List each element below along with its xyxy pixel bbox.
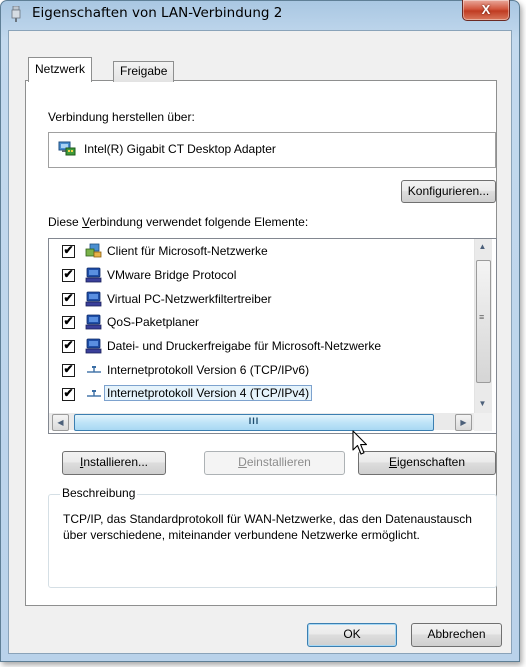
close-button[interactable]: X [462,0,510,21]
item-checkbox[interactable]: ✔ [62,362,75,377]
checkmark-icon: ✔ [63,338,74,353]
close-icon: X [481,2,491,17]
list-item-label: Virtual PC-Netzwerkfiltertreiber [107,291,272,306]
item-checkbox[interactable]: ✔ [62,385,75,401]
network-client-icon [85,243,102,258]
item-checkbox[interactable]: ✔ [62,243,75,258]
checkmark-icon: ✔ [63,243,74,257]
scroll-left-icon[interactable]: ◀ [52,414,69,431]
grip-icon: ≡ [479,312,485,322]
item-checkbox[interactable]: ✔ [62,338,75,354]
elements-label: Diese Verbindung verwendet folgende Elem… [48,215,309,229]
checkmark-icon: ✔ [63,385,74,400]
cancel-button[interactable]: Abbrechen [411,623,502,647]
network-adapter-icon [11,6,21,22]
list-item-label: Client für Microsoft-Netzwerke [107,244,268,258]
horizontal-scroll-thumb[interactable]: III [74,414,434,431]
configure-button[interactable]: Konfigurieren... [401,180,496,203]
checkmark-icon: ✔ [63,290,74,305]
list-item[interactable]: ✔ Internetprotokoll Version 4 (TCP/IPv4) [49,383,473,406]
list-item[interactable]: ✔ QoS-Paketplaner [49,311,473,334]
network-service-icon [85,314,102,330]
list-item[interactable]: ✔ Datei- und Druckerfreigabe für Microsof… [49,335,473,358]
checkmark-icon: ✔ [63,314,74,329]
adapter-icon [58,141,76,156]
description-text: TCP/IP, das Standardprotokoll für WAN-Ne… [63,512,472,542]
network-service-icon [85,338,102,354]
list-item-label: QoS-Paketplaner [107,315,200,330]
scroll-corner [474,413,492,431]
list-item[interactable]: ✔ Client für Microsoft-Netzwerke [49,240,473,263]
grip-icon: III [248,416,260,426]
network-service-icon [85,267,102,283]
item-checkbox[interactable]: ✔ [62,266,75,282]
item-checkbox[interactable]: ✔ [62,290,75,306]
list-item-label: VMware Bridge Protocol [107,267,237,282]
vertical-scrollbar[interactable]: ▲ ≡ ▼ [474,239,492,413]
tab-freigabe[interactable]: Freigabe [113,61,175,82]
scroll-down-icon[interactable]: ▼ [475,396,490,411]
connect-via-label: Verbindung herstellen über: [48,110,195,124]
mouse-cursor-icon [352,430,368,455]
network-service-icon [85,291,102,306]
properties-button[interactable]: Eigenschaften [358,451,496,475]
scroll-up-icon[interactable]: ▲ [475,239,490,254]
description-legend: Beschreibung [60,486,138,500]
title-bar[interactable]: Eigenschaften von LAN-Verbindung 2 [0,0,518,28]
install-button[interactable]: Installieren... [62,451,166,475]
list-item[interactable]: ✔ VMware Bridge Protocol [49,264,473,287]
item-checkbox[interactable]: ✔ [62,314,75,330]
window-title: Eigenschaften von LAN-Verbindung 2 [32,5,283,21]
tab-netzwerk[interactable]: Netzwerk [28,57,93,82]
checkmark-icon: ✔ [63,266,74,281]
list-item[interactable]: ✔ Virtual PC-Netzwerkfiltertreiber [49,288,473,311]
list-item[interactable]: ✔ Internetprotokoll Version 6 (TCP/IPv6) [49,359,473,382]
scroll-right-icon[interactable]: ▶ [455,414,472,431]
list-item-label: Internetprotokoll Version 4 (TCP/IPv4) [103,384,313,401]
checkmark-icon: ✔ [63,362,74,376]
list-item-label: Datei- und Druckerfreigabe für Microsoft… [107,339,382,354]
uninstall-button[interactable]: Deinstallieren [204,451,345,475]
list-item-label: Internetprotokoll Version 6 (TCP/IPv6) [107,363,310,377]
ok-button[interactable]: OK [307,623,397,647]
protocol-icon [87,366,101,373]
protocol-icon [87,389,101,397]
adapter-name: Intel(R) Gigabit CT Desktop Adapter [84,142,276,156]
